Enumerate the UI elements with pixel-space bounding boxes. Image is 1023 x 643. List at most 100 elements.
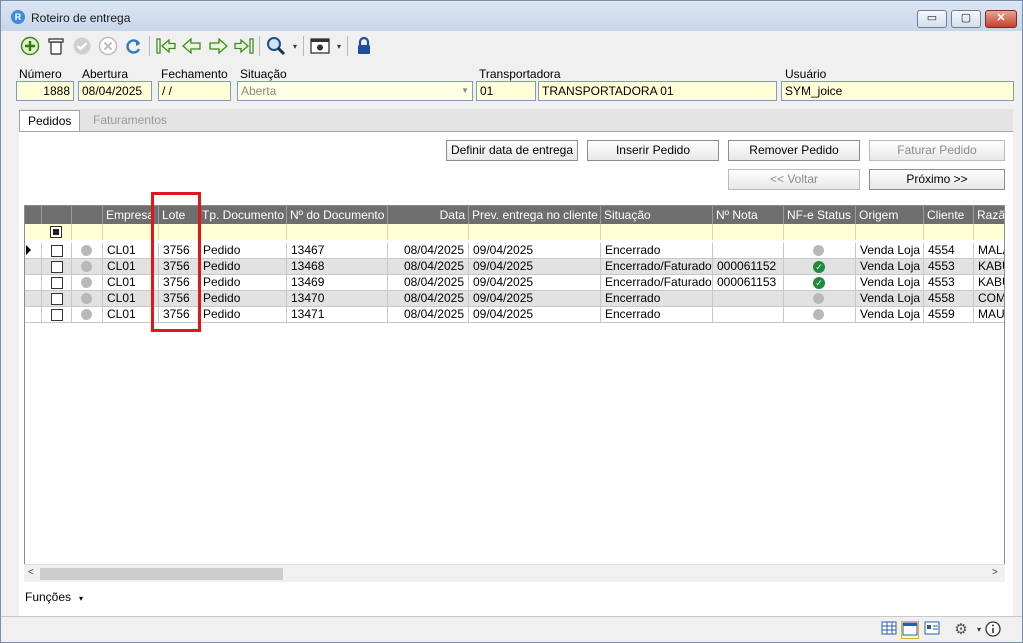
cell-tp-documento[interactable]: Pedido xyxy=(198,275,286,291)
cell-prev-entrega[interactable]: 09/04/2025 xyxy=(468,259,600,275)
cell-num-documento[interactable]: 13468 xyxy=(286,259,387,275)
filter-select-all[interactable] xyxy=(41,224,71,240)
cell-data[interactable]: 08/04/2025 xyxy=(387,243,468,259)
cell-num-documento[interactable]: 13471 xyxy=(286,307,387,323)
cell-origem[interactable]: Venda Loja xyxy=(855,275,923,291)
cell-empresa[interactable]: CL01 xyxy=(102,259,158,275)
add-icon[interactable] xyxy=(19,35,41,57)
card-view-icon[interactable] xyxy=(923,621,941,639)
cell-origem[interactable]: Venda Loja xyxy=(855,259,923,275)
grid-view-icon[interactable] xyxy=(880,621,898,639)
cell-prev-entrega[interactable]: 09/04/2025 xyxy=(468,243,600,259)
info-icon[interactable] xyxy=(984,621,1002,639)
transportadora-code-field[interactable]: 01 xyxy=(476,81,536,101)
scroll-thumb[interactable] xyxy=(40,568,283,580)
abertura-field[interactable]: 08/04/2025 xyxy=(78,81,152,101)
cell-num-nota[interactable]: 000061153 xyxy=(712,275,783,291)
cell-prev-entrega[interactable]: 09/04/2025 xyxy=(468,307,600,323)
funcoes-menu[interactable]: Funções xyxy=(25,590,71,604)
voltar-button[interactable]: << Voltar xyxy=(728,169,860,190)
inserir-pedido-button[interactable]: Inserir Pedido xyxy=(587,140,719,161)
row-select-cell[interactable] xyxy=(41,259,71,275)
cancel-icon[interactable] xyxy=(97,35,119,57)
cell-tp-documento[interactable]: Pedido xyxy=(198,243,286,259)
scroll-right-icon[interactable]: > xyxy=(992,567,998,578)
cell-situacao[interactable]: Encerrado xyxy=(600,307,712,323)
row-checkbox[interactable] xyxy=(51,277,63,289)
cell-cliente[interactable]: 4558 xyxy=(923,291,973,307)
cell-num-documento[interactable]: 13470 xyxy=(286,291,387,307)
cell-razao[interactable]: KABU xyxy=(973,275,1004,291)
cell-razao[interactable]: MAUI xyxy=(973,307,1004,323)
transportadora-name-field[interactable]: TRANSPORTADORA 01 xyxy=(538,81,777,101)
lock-icon[interactable] xyxy=(353,35,375,57)
faturar-pedido-button[interactable]: Faturar Pedido xyxy=(869,140,1005,161)
cell-num-nota[interactable]: 000061152 xyxy=(712,259,783,275)
cell-num-documento[interactable]: 13467 xyxy=(286,243,387,259)
settings-icon[interactable] xyxy=(309,35,331,57)
row-select-cell[interactable] xyxy=(41,291,71,307)
cell-situacao[interactable]: Encerrado/Faturado xyxy=(600,275,712,291)
row-checkbox[interactable] xyxy=(51,293,63,305)
cell-cliente[interactable]: 4553 xyxy=(923,275,973,291)
cell-empresa[interactable]: CL01 xyxy=(102,291,158,307)
row-select-cell[interactable] xyxy=(41,275,71,291)
header-prev-entrega[interactable]: Prev. entrega no cliente xyxy=(468,206,600,224)
cell-origem[interactable]: Venda Loja xyxy=(855,291,923,307)
tab-pedidos[interactable]: Pedidos xyxy=(19,110,81,132)
minimize-button[interactable]: ▭ xyxy=(917,10,947,28)
horizontal-scrollbar[interactable]: < > xyxy=(24,564,1005,582)
usuario-field[interactable]: SYM_joice xyxy=(781,81,1014,101)
row-select-cell[interactable] xyxy=(41,243,71,259)
previous-record-icon[interactable] xyxy=(181,35,203,57)
cell-situacao[interactable]: Encerrado xyxy=(600,291,712,307)
header-nfe-status[interactable]: NF-e Status xyxy=(783,206,855,224)
cell-cliente[interactable]: 4553 xyxy=(923,259,973,275)
header-data[interactable]: Data xyxy=(387,206,468,224)
row-checkbox[interactable] xyxy=(51,309,63,321)
header-num-nota[interactable]: Nº Nota xyxy=(712,206,783,224)
next-record-icon[interactable] xyxy=(207,35,229,57)
numero-field[interactable]: 1888 xyxy=(16,81,74,101)
proximo-button[interactable]: Próximo >> xyxy=(869,169,1005,190)
header-origem[interactable]: Origem xyxy=(855,206,923,224)
cell-num-nota[interactable] xyxy=(712,243,783,259)
settings-dropdown-icon[interactable]: ▾ xyxy=(337,42,341,51)
cell-razao[interactable]: MALA xyxy=(973,243,1004,259)
cell-razao[interactable]: COMU xyxy=(973,291,1004,307)
cell-razao[interactable]: KABU xyxy=(973,259,1004,275)
cell-tp-documento[interactable]: Pedido xyxy=(198,259,286,275)
cell-num-documento[interactable]: 13469 xyxy=(286,275,387,291)
cell-situacao[interactable]: Encerrado/Faturado xyxy=(600,259,712,275)
gear-icon[interactable]: ⚙ xyxy=(952,621,970,639)
cell-empresa[interactable]: CL01 xyxy=(102,243,158,259)
cell-data[interactable]: 08/04/2025 xyxy=(387,307,468,323)
situacao-combo[interactable]: Aberta ▼ xyxy=(237,81,473,101)
cell-data[interactable]: 08/04/2025 xyxy=(387,275,468,291)
scroll-left-icon[interactable]: < xyxy=(28,567,34,578)
cell-origem[interactable]: Venda Loja xyxy=(855,243,923,259)
header-empresa[interactable]: Empresa xyxy=(102,206,158,224)
header-num-documento[interactable]: Nº do Documento xyxy=(286,206,387,224)
header-situacao[interactable]: Situação xyxy=(600,206,712,224)
delete-icon[interactable] xyxy=(45,35,67,57)
cell-cliente[interactable]: 4559 xyxy=(923,307,973,323)
cell-cliente[interactable]: 4554 xyxy=(923,243,973,259)
row-select-cell[interactable] xyxy=(41,307,71,323)
cell-data[interactable]: 08/04/2025 xyxy=(387,291,468,307)
cell-origem[interactable]: Venda Loja xyxy=(855,307,923,323)
remover-pedido-button[interactable]: Remover Pedido xyxy=(728,140,860,161)
row-checkbox[interactable] xyxy=(51,245,63,257)
select-all-checkbox[interactable] xyxy=(50,226,62,238)
confirm-icon[interactable] xyxy=(71,35,93,57)
first-record-icon[interactable] xyxy=(155,35,177,57)
cell-num-nota[interactable] xyxy=(712,307,783,323)
funcoes-dropdown-icon[interactable]: ▾ xyxy=(79,594,83,603)
cell-empresa[interactable]: CL01 xyxy=(102,307,158,323)
row-checkbox[interactable] xyxy=(51,261,63,273)
search-dropdown-icon[interactable]: ▾ xyxy=(293,42,297,51)
search-icon[interactable] xyxy=(265,35,287,57)
maximize-button[interactable]: ▢ xyxy=(951,10,981,28)
cell-situacao[interactable]: Encerrado xyxy=(600,243,712,259)
header-razao[interactable]: Razã xyxy=(973,206,1004,224)
